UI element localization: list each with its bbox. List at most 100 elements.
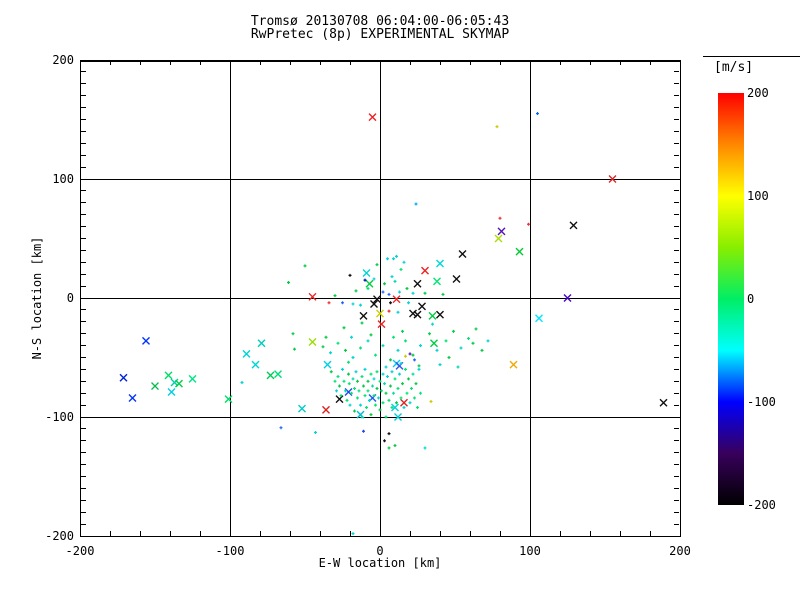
y-minor-tick-right (674, 333, 679, 335)
colorbar-unit-label: [m/s] (714, 60, 754, 75)
x-minor-tick-bottom (259, 531, 261, 536)
y-minor-tick-right (674, 511, 679, 513)
y-tick-label: 200 (52, 53, 74, 67)
y-minor-tick-right (674, 142, 679, 144)
x-minor-tick-top (499, 60, 501, 65)
y-minor-tick-left (81, 428, 86, 430)
colorbar-tick-label: 200 (747, 86, 769, 100)
y-minor-tick-left (81, 309, 86, 311)
x-minor-tick-top (439, 60, 441, 65)
x-minor-tick-top (559, 60, 561, 65)
y-axis-title: N-S location [km] (30, 236, 44, 360)
colorbar-tick-label: 0 (747, 292, 755, 306)
y-minor-tick-left (81, 392, 86, 394)
x-axis-title: E-W location [km] (318, 556, 442, 570)
x-minor-tick-top (259, 60, 261, 65)
y-minor-tick-right (674, 95, 679, 97)
y-minor-tick-right (674, 523, 679, 525)
x-minor-tick-bottom (619, 531, 621, 536)
x-minor-tick-bottom (409, 531, 411, 536)
y-tick-label: -200 (45, 529, 74, 543)
y-minor-tick-left (81, 487, 86, 489)
y-minor-tick-right (674, 487, 679, 489)
y-minor-tick-right (674, 214, 679, 216)
x-minor-tick-top (169, 60, 171, 65)
y-minor-tick-left (81, 333, 86, 335)
y-minor-tick-left (81, 95, 86, 97)
y-minor-tick-right (674, 107, 679, 109)
y-minor-tick-left (81, 511, 86, 513)
y-minor-tick-right (674, 130, 679, 132)
y-minor-tick-left (81, 261, 86, 263)
x-minor-tick-bottom (289, 531, 291, 536)
x-minor-tick-top (469, 60, 471, 65)
x-minor-tick-bottom (319, 531, 321, 536)
y-minor-tick-right (674, 368, 679, 370)
y-minor-tick-right (674, 119, 679, 120)
x-minor-tick-top (289, 60, 291, 65)
y-minor-tick-right (674, 452, 679, 454)
gridline-y-100 (80, 178, 680, 180)
y-minor-tick-left (81, 476, 86, 477)
y-minor-tick-right (674, 428, 679, 430)
y-minor-tick-right (674, 321, 679, 323)
skymap-figure: Tromsø 20130708 06:04:00-06:05:43 RwPret… (0, 0, 800, 600)
y-minor-tick-left (81, 107, 86, 109)
x-minor-tick-top (649, 60, 651, 65)
y-minor-tick-left (81, 380, 86, 382)
y-minor-tick-right (674, 499, 679, 501)
y-minor-tick-right (674, 345, 679, 347)
y-minor-tick-right (674, 464, 679, 466)
x-minor-tick-bottom (589, 531, 591, 536)
y-minor-tick-left (81, 345, 86, 347)
y-minor-tick-left (81, 202, 86, 204)
gridline-y-0 (80, 297, 680, 299)
y-minor-tick-left (81, 214, 86, 216)
x-minor-tick-top (319, 60, 321, 65)
top-right-rule (703, 56, 800, 57)
y-minor-tick-right (674, 249, 679, 251)
plot-box (80, 60, 681, 537)
gridline-x-100 (529, 60, 531, 536)
x-minor-tick-bottom (559, 531, 561, 536)
x-minor-tick-bottom (469, 531, 471, 536)
y-minor-tick-left (81, 440, 86, 442)
x-minor-tick-top (409, 60, 411, 65)
y-minor-tick-right (674, 380, 679, 382)
y-minor-tick-right (674, 226, 679, 228)
y-minor-tick-left (81, 368, 86, 370)
x-minor-tick-top (109, 60, 111, 65)
y-minor-tick-right (674, 392, 679, 394)
y-minor-tick-left (81, 357, 86, 358)
y-minor-tick-left (81, 71, 86, 73)
x-minor-tick-top (589, 60, 591, 65)
y-minor-tick-left (81, 238, 86, 239)
colorbar-tick-label: -100 (747, 395, 776, 409)
x-minor-tick-bottom (649, 531, 651, 536)
y-minor-tick-right (674, 261, 679, 263)
y-minor-tick-left (81, 404, 86, 406)
x-minor-tick-bottom (109, 531, 111, 536)
colorbar (718, 93, 744, 505)
y-minor-tick-left (81, 321, 86, 323)
x-minor-tick-top (199, 60, 201, 65)
y-minor-tick-left (81, 452, 86, 454)
x-minor-tick-top (619, 60, 621, 65)
x-minor-tick-bottom (169, 531, 171, 536)
y-minor-tick-right (674, 238, 679, 239)
y-minor-tick-left (81, 83, 86, 85)
x-minor-tick-top (349, 60, 351, 65)
y-minor-tick-right (674, 309, 679, 311)
x-minor-tick-bottom (499, 531, 501, 536)
y-minor-tick-right (674, 71, 679, 73)
y-minor-tick-right (674, 154, 679, 156)
y-minor-tick-left (81, 249, 86, 251)
x-minor-tick-top (139, 60, 141, 65)
x-minor-tick-bottom (439, 531, 441, 536)
y-minor-tick-right (674, 273, 679, 275)
colorbar-tick-label: 100 (747, 189, 769, 203)
x-minor-tick-bottom (199, 531, 201, 536)
y-minor-tick-left (81, 130, 86, 132)
y-minor-tick-left (81, 190, 86, 192)
y-minor-tick-right (674, 166, 679, 168)
